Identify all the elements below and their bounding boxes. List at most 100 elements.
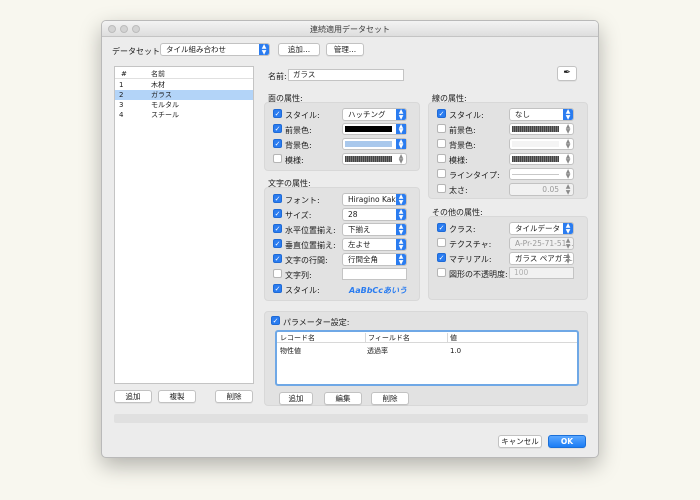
material-select[interactable]: ガラス ペアガラ... ▲ ▼	[509, 252, 574, 265]
list-add-button[interactable]: 追加	[114, 390, 152, 403]
font-checkbox[interactable]: ✓	[273, 194, 282, 203]
list-delete-button[interactable]: 削除	[215, 390, 253, 403]
linespacing-select[interactable]: 行間全角 ▲ ▼	[342, 253, 407, 266]
class-select[interactable]: タイルデータ ▲ ▼	[509, 222, 574, 235]
chevron-updown-icon: ▲ ▼	[565, 138, 571, 150]
linespacing-label: 文字の行間:	[285, 256, 328, 265]
dataset-dialog: 連続適用データセット データセット: タイル組み合わせ ▲ ▼ 追加... 管理..…	[101, 20, 599, 458]
material-checkbox[interactable]: ✓	[437, 253, 446, 262]
face-bg-label: 背景色:	[285, 141, 312, 150]
thickness-select[interactable]: 0.05 ▲ ▼	[509, 183, 574, 196]
eyedropper-icon: ✒	[563, 68, 571, 78]
face-style-select[interactable]: ハッチング ▲ ▼	[342, 108, 407, 121]
line-pattern-checkbox[interactable]	[437, 154, 446, 163]
halign-select[interactable]: 下揃え ▲ ▼	[342, 223, 407, 236]
text-style-checkbox[interactable]: ✓	[273, 284, 282, 293]
name-input[interactable]: ガラス	[288, 69, 404, 81]
linespacing-checkbox[interactable]: ✓	[273, 254, 282, 263]
list-item-selected[interactable]: 2 ガラス	[115, 90, 253, 100]
name-label: 名前:	[268, 72, 287, 81]
face-pattern-checkbox[interactable]	[273, 154, 282, 163]
texture-label: テクスチャ:	[449, 240, 492, 249]
line-bg-color[interactable]: ▲ ▼	[509, 138, 574, 150]
list-item[interactable]: 1 木材	[115, 80, 253, 90]
chevron-updown-icon: ▲ ▼	[396, 254, 406, 265]
valign-checkbox[interactable]: ✓	[273, 239, 282, 248]
class-checkbox[interactable]: ✓	[437, 223, 446, 232]
table-row[interactable]: 物性値 透過率 1.0	[277, 346, 577, 356]
params-table[interactable]: レコード名 フィールド名 値 物性値 透過率 1.0	[275, 330, 579, 386]
list-duplicate-button[interactable]: 複製	[158, 390, 196, 403]
line-pattern-label: 模様:	[449, 156, 468, 165]
dataset-select[interactable]: タイル組み合わせ ▲ ▼	[160, 43, 270, 56]
column-header-name: 名前	[151, 70, 165, 78]
chevron-updown-icon: ▲ ▼	[563, 223, 573, 234]
face-style-label: スタイル:	[285, 111, 320, 120]
face-fg-color[interactable]: ▲ ▼	[342, 123, 407, 135]
opacity-label: 図形の不透明度:	[449, 270, 508, 279]
status-strip	[114, 414, 588, 423]
opacity-checkbox[interactable]	[437, 268, 446, 277]
chevron-updown-icon: ▲ ▼	[396, 139, 406, 150]
chevron-updown-icon: ▲ ▼	[396, 194, 406, 205]
params-title: パラメーター設定:	[283, 318, 350, 327]
face-fg-checkbox[interactable]: ✓	[273, 124, 282, 133]
text-attr-group: ✓ フォント: Hiragino Kak... ▲ ▼ ✓ サイズ: 28 ▲ ▼ ✓ …	[264, 187, 420, 301]
face-attr-group: ✓ スタイル: ハッチング ▲ ▼ ✓ 前景色: ▲ ▼ ✓ 背景色: ▲ ▼ 模様: …	[264, 102, 420, 171]
line-fg-checkbox[interactable]	[437, 124, 446, 133]
valign-select[interactable]: 左よせ ▲ ▼	[342, 238, 407, 251]
line-style-label: スタイル:	[449, 111, 484, 120]
window-title: 連続適用データセット	[310, 25, 390, 34]
cancel-button[interactable]: キャンセル	[498, 435, 542, 448]
list-item[interactable]: 4 スチール	[115, 110, 253, 120]
list-header: # 名前	[115, 69, 253, 79]
string-checkbox[interactable]	[273, 269, 282, 278]
params-table-header: レコード名 フィールド名 値	[277, 333, 577, 343]
dataset-add-button[interactable]: 追加...	[278, 43, 320, 56]
params-add-button[interactable]: 追加	[279, 392, 313, 405]
valign-label: 垂直位置揃え:	[285, 241, 336, 250]
size-select[interactable]: 28 ▲ ▼	[342, 208, 407, 221]
item-list[interactable]: # 名前 1 木材 2 ガラス 3 モルタル 4 スチール	[114, 66, 254, 384]
class-label: クラス:	[449, 225, 476, 234]
params-edit-button[interactable]: 編集	[324, 392, 362, 405]
line-attr-group: ✓ スタイル: なし ▲ ▼ 前景色: ▲ ▼ 背景色: ▲ ▼ 模様: ▲ ▼ ラインタ…	[428, 102, 588, 199]
line-style-select[interactable]: なし ▲ ▼	[509, 108, 574, 121]
line-bg-checkbox[interactable]	[437, 139, 446, 148]
face-bg-checkbox[interactable]: ✓	[273, 139, 282, 148]
column-header-record: レコード名	[280, 334, 315, 342]
line-style-checkbox[interactable]: ✓	[437, 109, 446, 118]
face-bg-color[interactable]: ▲ ▼	[342, 138, 407, 150]
list-item[interactable]: 3 モルタル	[115, 100, 253, 110]
title-bar: 連続適用データセット	[102, 21, 598, 37]
texture-select[interactable]: A-Pr-25-71-51... ▲ ▼	[509, 237, 574, 250]
chevron-updown-icon: ▲ ▼	[565, 153, 571, 165]
chevron-updown-icon: ▲ ▼	[396, 124, 406, 135]
font-select[interactable]: Hiragino Kak... ▲ ▼	[342, 193, 407, 206]
face-pattern-select[interactable]: ▲ ▼	[342, 153, 407, 165]
linetype-select[interactable]: ▲ ▼	[509, 168, 574, 180]
params-delete-button[interactable]: 削除	[371, 392, 409, 405]
face-style-checkbox[interactable]: ✓	[273, 109, 282, 118]
dataset-manage-button[interactable]: 管理...	[326, 43, 364, 56]
line-fg-label: 前景色:	[449, 126, 476, 135]
column-header-field: フィールド名	[365, 333, 410, 343]
line-fg-color[interactable]: ▲ ▼	[509, 123, 574, 135]
font-label: フォント:	[285, 196, 320, 205]
ok-button[interactable]: OK	[548, 435, 586, 448]
text-style-sample[interactable]: AaBbCcあいう	[349, 285, 407, 296]
eyedropper-button[interactable]: ✒	[557, 66, 577, 81]
opacity-input[interactable]: 100	[509, 267, 574, 279]
chevron-updown-icon: ▲ ▼	[396, 109, 406, 120]
halign-checkbox[interactable]: ✓	[273, 224, 282, 233]
params-checkbox[interactable]: ✓	[271, 316, 280, 325]
linetype-label: ラインタイプ:	[449, 171, 500, 180]
texture-checkbox[interactable]	[437, 238, 446, 247]
chevron-updown-icon: ▲ ▼	[565, 252, 571, 265]
line-pattern-select[interactable]: ▲ ▼	[509, 153, 574, 165]
text-style-label: スタイル:	[285, 286, 320, 295]
thickness-checkbox[interactable]	[437, 184, 446, 193]
size-checkbox[interactable]: ✓	[273, 209, 282, 218]
string-input[interactable]	[342, 268, 407, 280]
linetype-checkbox[interactable]	[437, 169, 446, 178]
